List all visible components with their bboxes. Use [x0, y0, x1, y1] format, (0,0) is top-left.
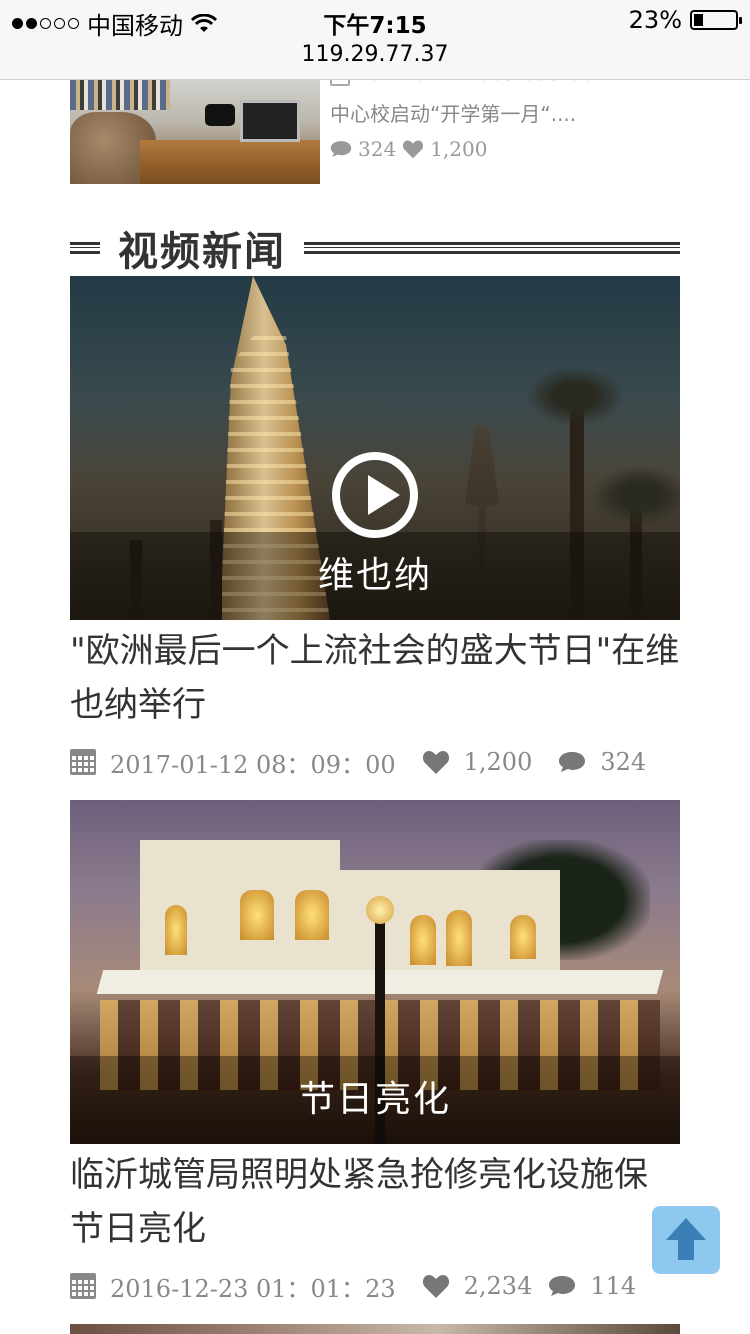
news-meta: 2017-01-12 08：09：00 1,200 324: [70, 742, 680, 782]
news-title[interactable]: "欧洲最后一个上流社会的盛大节日"在维也纳举行: [70, 624, 680, 732]
news-thumbnail[interactable]: 节日亮化: [70, 800, 680, 1144]
like-count: 1,200: [463, 748, 533, 776]
battery-icon: [690, 10, 742, 30]
news-date: 2016-12-23 01：01：23: [110, 1274, 396, 1303]
battery-status: 23%: [628, 6, 742, 34]
video-thumbnail[interactable]: 维也纳: [70, 276, 680, 620]
comment-icon: [330, 139, 352, 159]
section-header: 视频新闻: [70, 222, 680, 275]
section-title: 视频新闻: [118, 229, 286, 275]
heart-icon[interactable]: [422, 749, 450, 775]
comment-count: 324: [600, 748, 647, 776]
play-icon[interactable]: [332, 452, 418, 538]
heart-icon: [402, 139, 424, 159]
comment-icon[interactable]: [548, 1274, 576, 1298]
article-thumbnail[interactable]: [70, 70, 320, 184]
news-title[interactable]: 临沂城管局照明处紧急抢修亮化设施保节日亮化: [70, 1148, 680, 1256]
like-count: 1,200: [430, 137, 488, 161]
like-count: 2,234: [463, 1272, 533, 1300]
calendar-icon: [70, 1273, 96, 1299]
back-to-top-button[interactable]: [652, 1206, 720, 1274]
address-bar-url[interactable]: 119.29.77.37: [0, 42, 750, 67]
news-date: 2017-01-12 08：09：00: [110, 750, 396, 779]
battery-percent: 23%: [628, 6, 682, 34]
status-bar: 中国移动 下午7:15 119.29.77.37 23%: [0, 0, 750, 80]
arrow-up-icon: [666, 1218, 706, 1260]
comment-icon[interactable]: [558, 750, 586, 774]
calendar-icon: [70, 749, 96, 775]
divider: [70, 242, 100, 254]
list-item[interactable]: 2017-01-12 08：09：00 中心校启动“开学第一月“.... 324…: [70, 66, 680, 184]
heart-icon[interactable]: [422, 1273, 450, 1299]
article-summary[interactable]: 中心校启动“开学第一月“....: [330, 98, 680, 127]
news-thumbnail[interactable]: [70, 1324, 680, 1334]
news-meta: 2016-12-23 01：01：23 2,234 114: [70, 1266, 680, 1306]
divider: [304, 242, 680, 254]
article-meta: 324 1,200: [330, 137, 680, 161]
image-caption: 维也纳: [317, 555, 432, 596]
comment-count: 324: [358, 137, 397, 161]
news-card[interactable]: 节日亮化 临沂城管局照明处紧急抢修亮化设施保节日亮化 2016-12-23 01…: [70, 800, 680, 1306]
news-card[interactable]: 维也纳 "欧洲最后一个上流社会的盛大节日"在维也纳举行 2017-01-12 0…: [70, 276, 680, 782]
image-caption: 节日亮化: [298, 1079, 451, 1120]
comment-count: 114: [590, 1272, 637, 1300]
